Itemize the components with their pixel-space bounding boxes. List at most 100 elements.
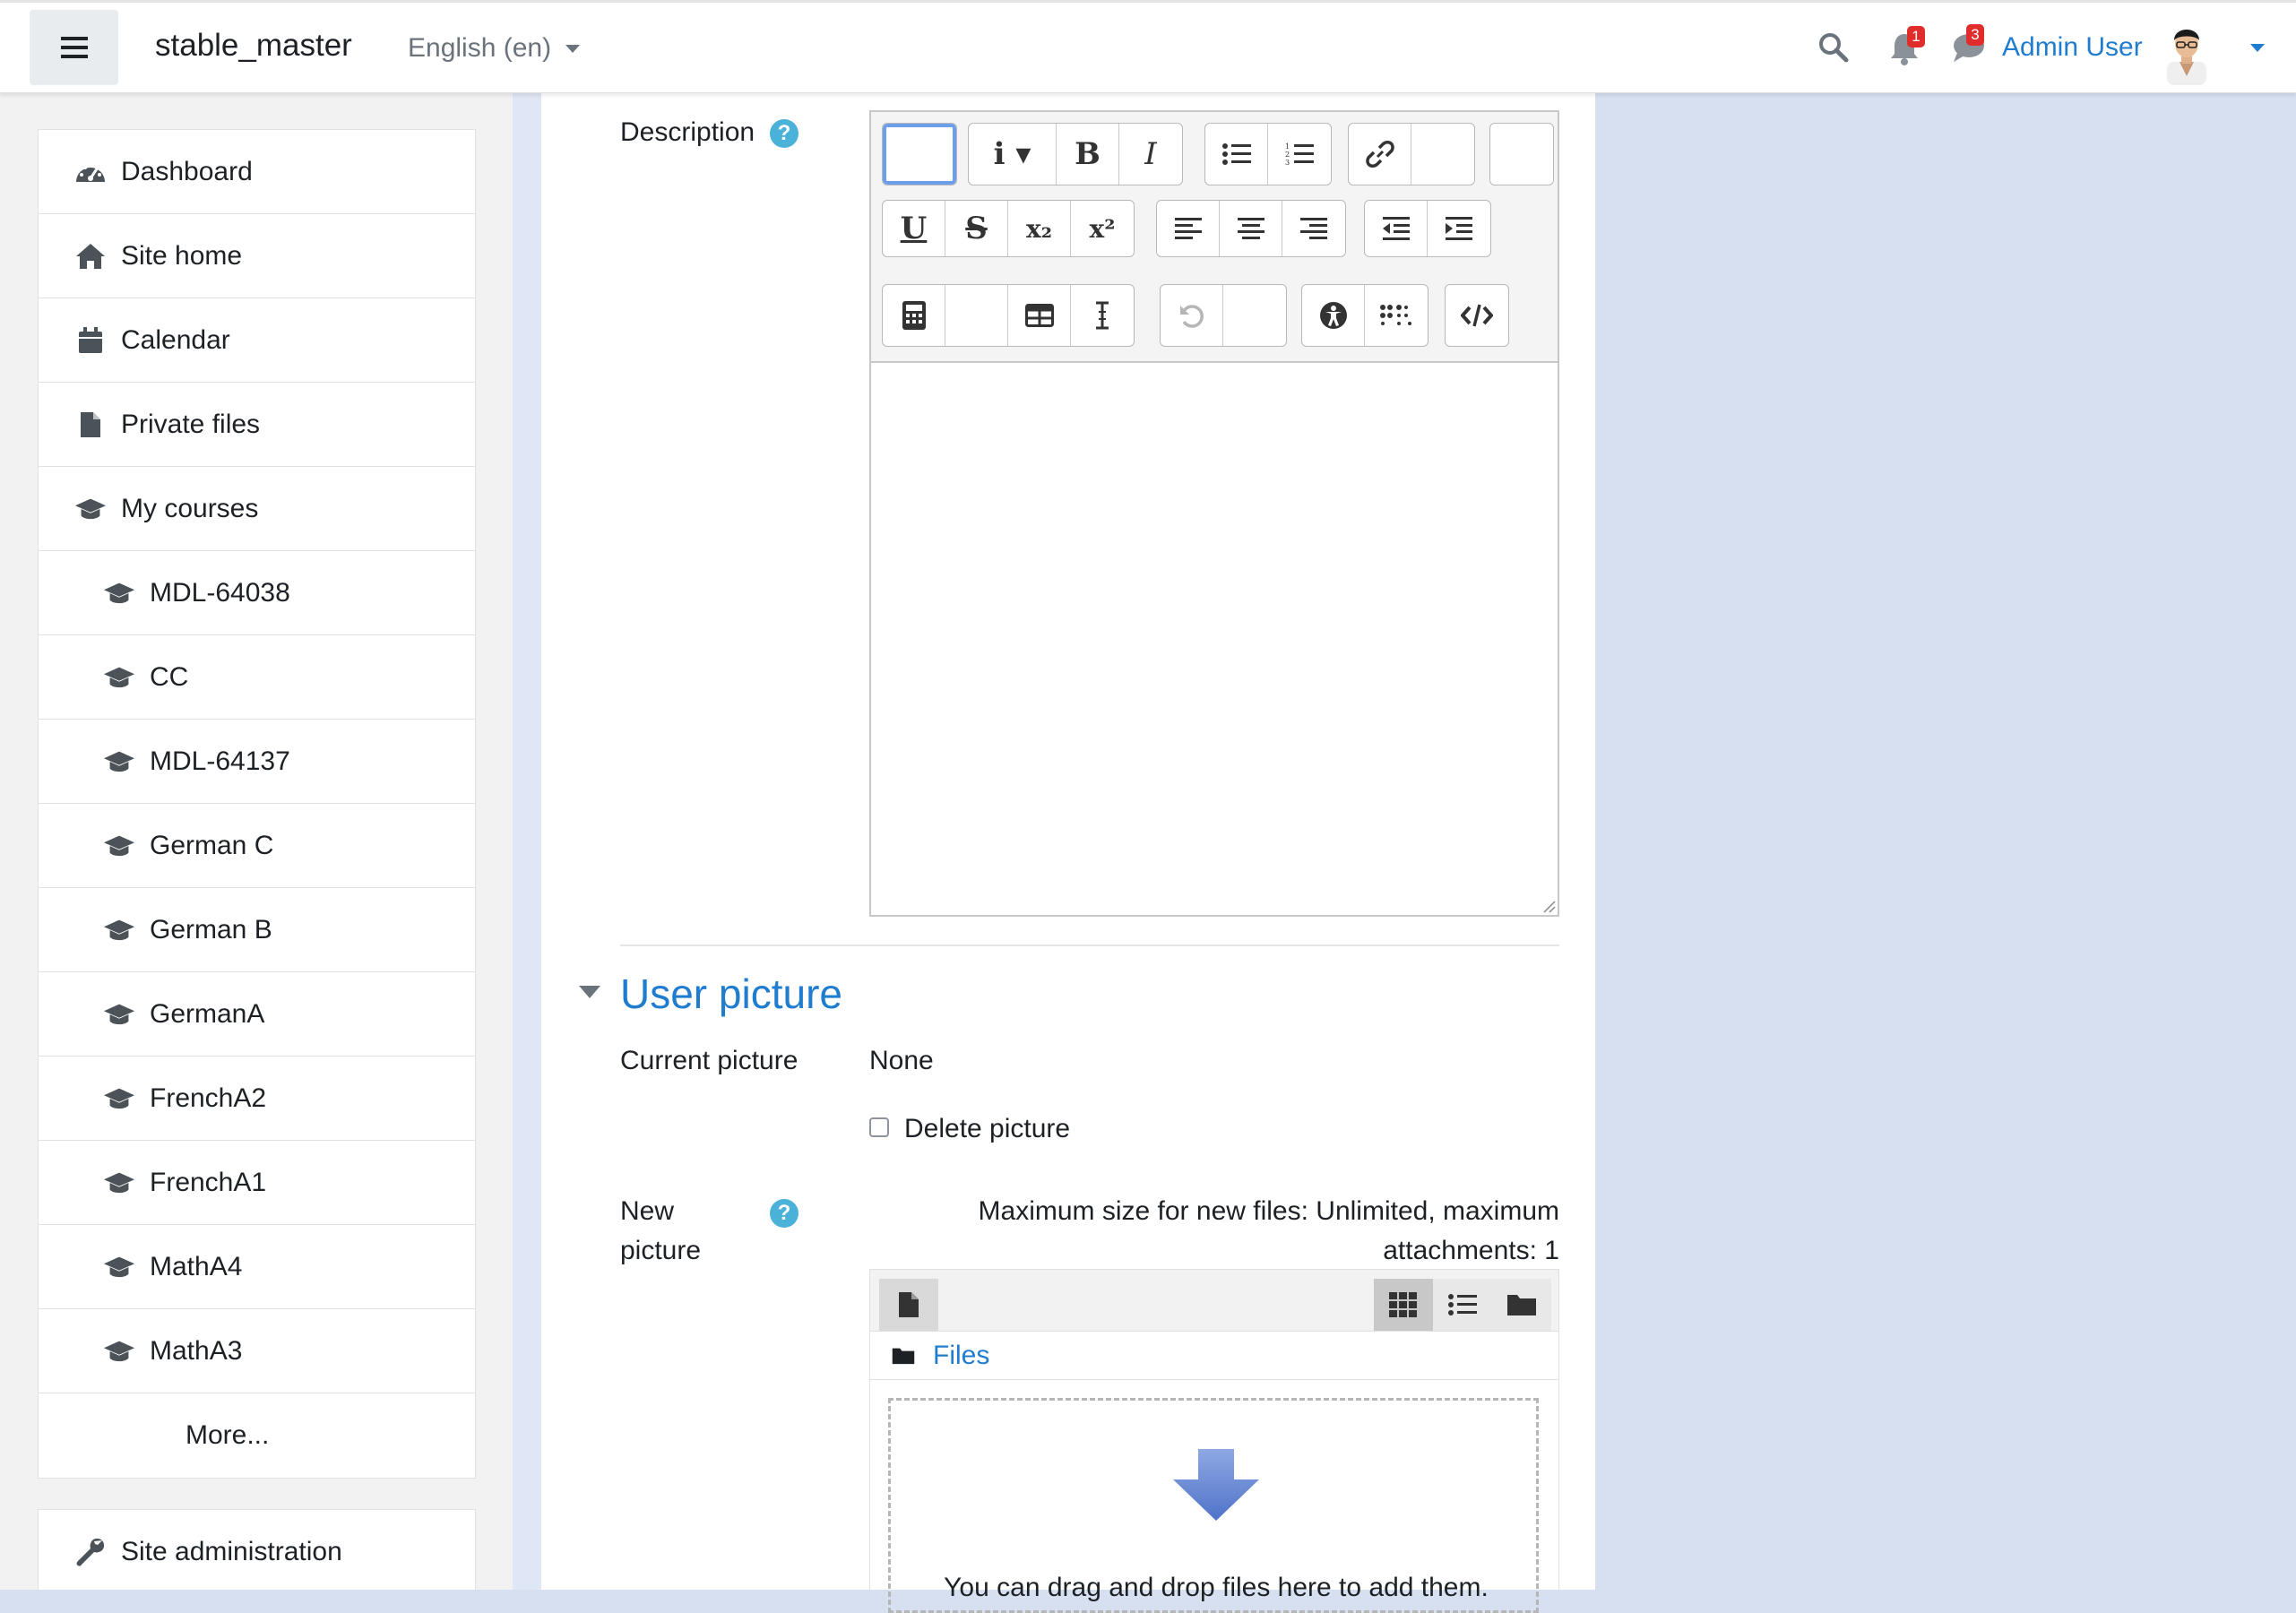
view-details-button[interactable]	[1433, 1279, 1492, 1331]
notifications-button[interactable]: 1	[1889, 26, 1925, 65]
align-center-button[interactable]	[1220, 201, 1282, 256]
sidebar-item-label: Dashboard	[121, 156, 253, 186]
search-button[interactable]	[1817, 31, 1850, 64]
sidebar-course-item[interactable]: MDL-64038	[39, 551, 475, 635]
language-menu[interactable]: English (en)	[408, 33, 581, 64]
italic-button[interactable]: I	[1119, 124, 1182, 185]
align-right-icon	[1300, 218, 1327, 239]
sidebar-item-dashboard[interactable]: Dashboard	[39, 130, 475, 214]
description-textarea[interactable]	[871, 361, 1558, 915]
graduation-cap-icon	[103, 1251, 135, 1283]
home-icon	[74, 240, 107, 272]
collapse-button[interactable]	[883, 124, 956, 185]
sidebar-item-private-files[interactable]: Private files	[39, 383, 475, 467]
resize-handle-icon[interactable]	[1541, 899, 1556, 913]
section-title-user-picture[interactable]: User picture	[620, 970, 842, 1018]
bold-button[interactable]: B	[1057, 124, 1119, 185]
section-divider	[620, 945, 1559, 946]
sidebar-course-item[interactable]: German C	[39, 804, 475, 888]
sidebar-course-item[interactable]: FrenchA2	[39, 1057, 475, 1141]
equation-button[interactable]	[883, 285, 945, 346]
collapse-toggle-icon[interactable]	[579, 986, 600, 998]
superscript-button[interactable]: x²	[1071, 201, 1134, 256]
toolbar-group	[1301, 284, 1429, 347]
sidebar-item-label: Private files	[121, 409, 261, 439]
accessibility-icon	[1319, 302, 1347, 329]
help-icon[interactable]: ?	[770, 119, 798, 148]
subscript-button[interactable]: x₂	[1008, 201, 1071, 256]
sidebar-course-item[interactable]: CC	[39, 635, 475, 720]
filemanager-path: Files	[869, 1332, 1559, 1380]
user-menu-name[interactable]: Admin User	[2002, 32, 2143, 63]
avatar[interactable]	[2160, 21, 2214, 85]
help-icon[interactable]: ?	[770, 1199, 798, 1228]
toolbar-group	[1445, 284, 1509, 347]
site-name-link[interactable]: stable_master	[155, 28, 352, 64]
sidebar-item-more[interactable]: More...	[39, 1393, 475, 1478]
clear-formatting-button[interactable]	[1071, 285, 1134, 346]
sidebar-item-site-administration[interactable]: Site administration	[39, 1510, 475, 1594]
sidebar-course-item[interactable]: FrenchA1	[39, 1141, 475, 1225]
messages-badge: 3	[1966, 24, 1984, 46]
filemanager-toolbar	[869, 1269, 1559, 1332]
screenreader-helper-button[interactable]	[1365, 285, 1428, 346]
outdent-button[interactable]	[1365, 201, 1428, 256]
ordered-list-button[interactable]: 123	[1268, 124, 1331, 185]
region-main-gutter	[513, 93, 541, 1590]
sidebar-item-site-home[interactable]: Site home	[39, 214, 475, 298]
sidebar-item-my-courses[interactable]: My courses	[39, 467, 475, 551]
top-navbar: stable_master English (en) 1 3 Admin Use…	[0, 0, 2296, 93]
toolbar-group	[1156, 200, 1346, 257]
sidebar-item-label: Site home	[121, 240, 243, 271]
sidebar-course-item[interactable]: GermanA	[39, 972, 475, 1057]
special-char-button[interactable]	[945, 285, 1008, 346]
underline-icon: U	[900, 211, 928, 246]
view-tree-button[interactable]	[1492, 1279, 1551, 1331]
drop-instructions: You can drag and drop files here to add …	[944, 1573, 1489, 1602]
sidebar-course-item[interactable]: MathA3	[39, 1309, 475, 1393]
image-button[interactable]	[1490, 124, 1553, 185]
delete-picture-checkbox[interactable]	[869, 1117, 889, 1137]
accessibility-checker-button[interactable]	[1302, 285, 1365, 346]
paragraph-style-button[interactable]: i ▾	[969, 124, 1057, 185]
notifications-badge: 1	[1907, 26, 1925, 47]
messages-button[interactable]: 3	[1952, 24, 1986, 64]
sidebar-item-calendar[interactable]: Calendar	[39, 298, 475, 383]
sidebar-course-item[interactable]: MathA4	[39, 1225, 475, 1309]
code-icon	[1461, 304, 1493, 327]
undo-button[interactable]	[1161, 285, 1223, 346]
nav-drawer: Dashboard Site home Calendar Private fil…	[0, 93, 513, 1590]
drawer-toggle-button[interactable]	[30, 10, 118, 85]
file-icon	[74, 409, 107, 441]
max-size-note: Maximum size for new files: Unlimited, m…	[978, 1196, 1559, 1265]
course-label: GermanA	[150, 998, 265, 1029]
unordered-list-button[interactable]	[1205, 124, 1268, 185]
user-menu-chevron-icon[interactable]	[2250, 44, 2265, 52]
files-path-link[interactable]: Files	[933, 1341, 989, 1371]
align-left-button[interactable]	[1157, 201, 1220, 256]
nav-admin-block: Site administration	[38, 1509, 476, 1590]
view-icons-button[interactable]	[1374, 1279, 1433, 1331]
undo-icon	[1179, 305, 1204, 328]
course-label: FrenchA1	[150, 1167, 267, 1197]
graduation-cap-icon	[103, 577, 135, 609]
align-right-button[interactable]	[1282, 201, 1345, 256]
filemanager-dropzone[interactable]: You can drag and drop files here to add …	[869, 1380, 1559, 1613]
link-button[interactable]	[1349, 124, 1411, 185]
text-cursor-icon	[1096, 301, 1109, 330]
superscript-icon: x²	[1089, 213, 1116, 244]
sidebar-item-label: Calendar	[121, 324, 230, 355]
strikethrough-button[interactable]: S	[945, 201, 1008, 256]
table-button[interactable]	[1008, 285, 1071, 346]
description-label: Description	[620, 117, 755, 147]
unlink-button[interactable]	[1411, 124, 1474, 185]
sidebar-course-item[interactable]: MDL-64137	[39, 720, 475, 804]
add-file-button[interactable]	[879, 1279, 938, 1331]
list-ul-icon	[1221, 143, 1251, 165]
sidebar-course-item[interactable]: German B	[39, 888, 475, 972]
underline-button[interactable]: U	[883, 201, 945, 256]
link-icon	[1365, 141, 1394, 168]
indent-button[interactable]	[1428, 201, 1490, 256]
redo-button[interactable]	[1223, 285, 1286, 346]
html-source-button[interactable]	[1446, 285, 1508, 346]
